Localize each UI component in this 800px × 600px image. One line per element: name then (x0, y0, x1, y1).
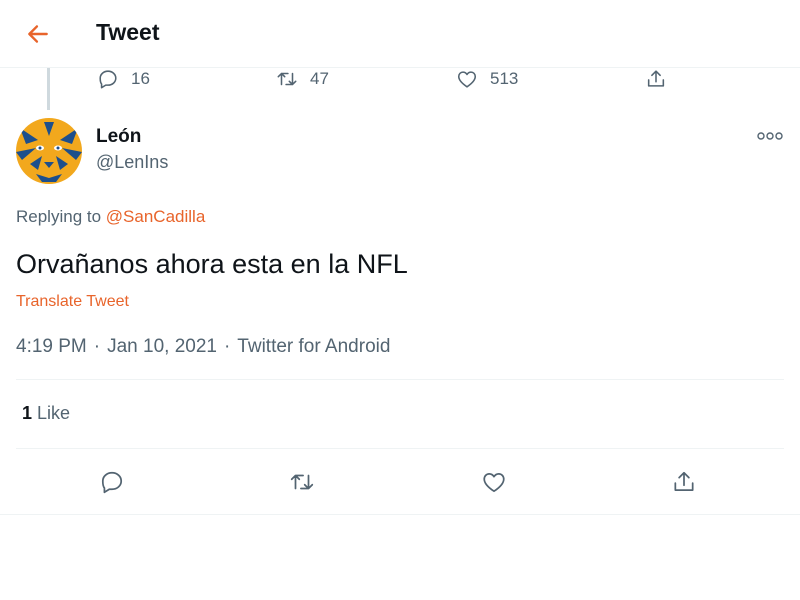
retweet-icon (277, 72, 297, 86)
tweet-detail-page: Tweet 16 47 513 León @LenIns Replying to… (0, 0, 800, 600)
share-icon (647, 70, 665, 87)
reply-button[interactable] (96, 466, 128, 498)
divider (16, 379, 784, 380)
share-icon (674, 471, 694, 491)
parent-share-button[interactable] (645, 66, 667, 92)
parent-tweet-actions: 16 47 513 (0, 66, 800, 92)
reply-icon (101, 471, 123, 494)
parent-reply-count: 16 (131, 69, 150, 88)
share-button[interactable] (668, 466, 700, 498)
tweet-source[interactable]: Twitter for Android (237, 336, 390, 357)
retweet-button[interactable] (286, 466, 318, 498)
likes-label: Like (37, 403, 71, 423)
likes-count: 1 (22, 403, 33, 423)
parent-reply-button[interactable]: 16 (97, 66, 150, 92)
like-button[interactable] (478, 466, 510, 498)
tweet-date[interactable]: Jan 10, 2021 (107, 336, 217, 357)
parent-like-count: 513 (490, 69, 519, 88)
translate-tweet-link[interactable]: Translate Tweet (16, 293, 129, 311)
header: Tweet (0, 0, 800, 68)
page-title: Tweet (96, 19, 160, 45)
avatar[interactable] (16, 118, 82, 184)
tweet-actions (0, 466, 800, 498)
more-icon (757, 132, 783, 140)
tiger-logo-avatar (16, 118, 82, 184)
meta-separator: · (93, 336, 101, 357)
retweet-icon (290, 474, 314, 490)
parent-retweet-button[interactable]: 47 (276, 66, 329, 92)
back-button[interactable] (22, 18, 54, 50)
author-handle[interactable]: @LenIns (96, 152, 168, 173)
parent-like-button[interactable]: 513 (456, 66, 518, 92)
meta-separator: · (223, 336, 231, 357)
parent-retweet-count: 47 (310, 69, 329, 88)
heart-icon (483, 473, 505, 493)
divider (16, 448, 784, 449)
more-options-button[interactable] (755, 126, 785, 146)
reply-icon (99, 70, 117, 89)
tweet-time[interactable]: 4:19 PM (16, 336, 87, 357)
arrow-left-icon (28, 25, 48, 43)
mention-link[interactable]: @SanCadilla (106, 207, 205, 226)
author-name[interactable]: León (96, 126, 141, 148)
replying-to: Replying to @SanCadilla (16, 207, 205, 227)
divider (0, 514, 800, 515)
likes-summary[interactable]: 1 Like (22, 403, 70, 424)
heart-icon (457, 71, 477, 88)
tweet-text: Orvañanos ahora esta en la NFL (16, 249, 408, 279)
tweet-meta: 4:19 PM · Jan 10, 2021 · Twitter for Android (16, 336, 390, 358)
replying-prefix: Replying to (16, 207, 102, 226)
